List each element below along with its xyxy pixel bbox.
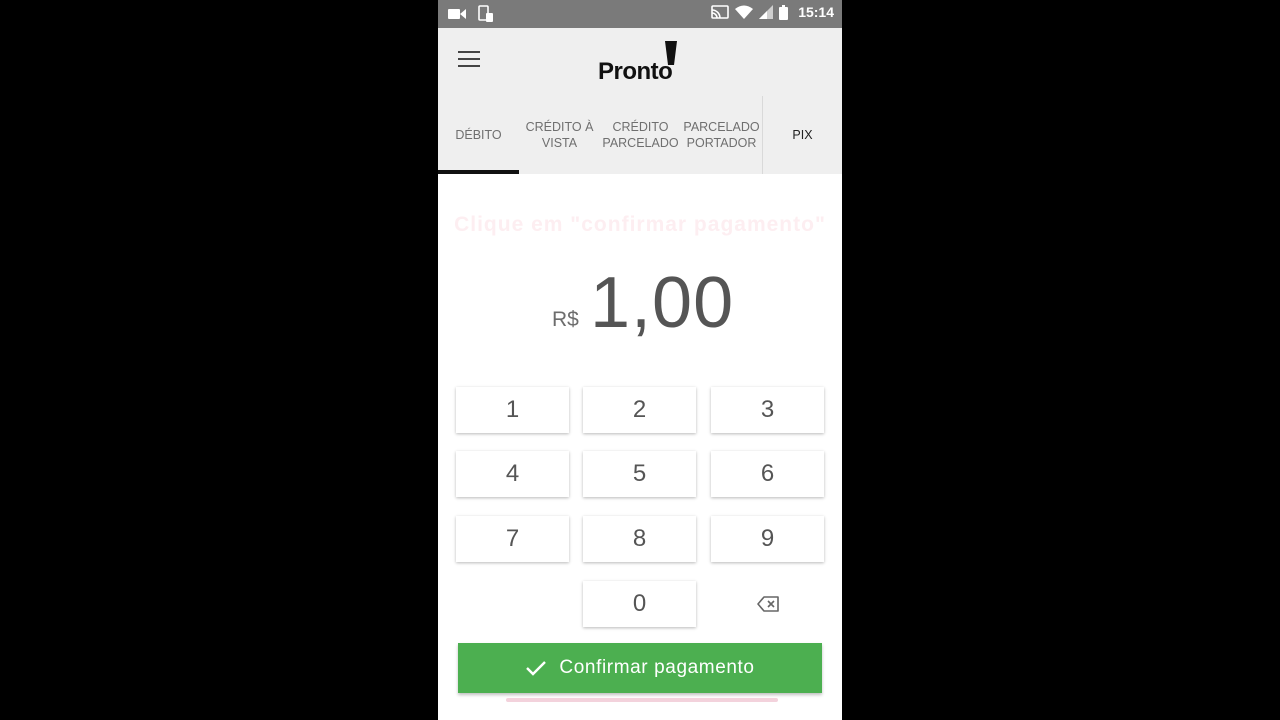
hamburger-icon bbox=[458, 51, 480, 53]
menu-button[interactable] bbox=[458, 51, 480, 67]
video-camera-icon bbox=[448, 9, 466, 19]
key-8[interactable]: 8 bbox=[583, 516, 696, 562]
payment-type-tabs: DÉBITO CRÉDITO À VISTA CRÉDITO PARCELADO… bbox=[438, 96, 842, 174]
amount-display: R$ 1,00 bbox=[438, 262, 842, 352]
signal-icon bbox=[759, 5, 774, 19]
key-5[interactable]: 5 bbox=[583, 451, 696, 497]
tab-credito-a-vista[interactable]: CRÉDITO À VISTA bbox=[519, 96, 600, 174]
confirm-payment-label: Confirmar pagamento bbox=[559, 657, 755, 678]
tab-debito[interactable]: DÉBITO bbox=[438, 96, 519, 174]
amount-value: 1,00 bbox=[590, 263, 735, 343]
status-time: 15:14 bbox=[798, 4, 834, 20]
cast-icon bbox=[711, 5, 729, 19]
battery-icon bbox=[779, 4, 789, 20]
key-0[interactable]: 0 bbox=[583, 581, 696, 627]
key-9[interactable]: 9 bbox=[711, 516, 824, 562]
tab-credito-parcelado[interactable]: CRÉDITO PARCELADO bbox=[600, 96, 681, 174]
check-icon bbox=[526, 661, 547, 676]
backspace-button[interactable] bbox=[711, 581, 824, 627]
key-1[interactable]: 1 bbox=[456, 387, 569, 433]
app-header: Pronto bbox=[438, 28, 842, 96]
tab-pix[interactable]: PIX bbox=[762, 96, 842, 174]
status-bar: 15:14 bbox=[438, 0, 842, 28]
wifi-icon bbox=[735, 5, 754, 19]
backspace-icon bbox=[756, 596, 779, 612]
confirm-payment-button[interactable]: Confirmar pagamento bbox=[458, 643, 822, 693]
key-3[interactable]: 3 bbox=[711, 387, 824, 433]
phone-screen: 15:14 Pronto DÉBITO CRÉDITO À VISTA CRÉD… bbox=[438, 0, 842, 720]
confirm-hint-text: Clique em "confirmar pagamento" bbox=[454, 213, 826, 236]
pronto-logo: Pronto bbox=[598, 58, 673, 85]
tab-parcelado-portador[interactable]: PARCELADO PORTADOR bbox=[681, 96, 762, 174]
pink-underline bbox=[506, 698, 778, 702]
key-2[interactable]: 2 bbox=[583, 387, 696, 433]
key-7[interactable]: 7 bbox=[456, 516, 569, 562]
device-transfer-icon bbox=[478, 5, 493, 22]
exclamation-icon bbox=[665, 41, 677, 65]
key-6[interactable]: 6 bbox=[711, 451, 824, 497]
currency-symbol: R$ bbox=[552, 308, 579, 331]
key-4[interactable]: 4 bbox=[456, 451, 569, 497]
